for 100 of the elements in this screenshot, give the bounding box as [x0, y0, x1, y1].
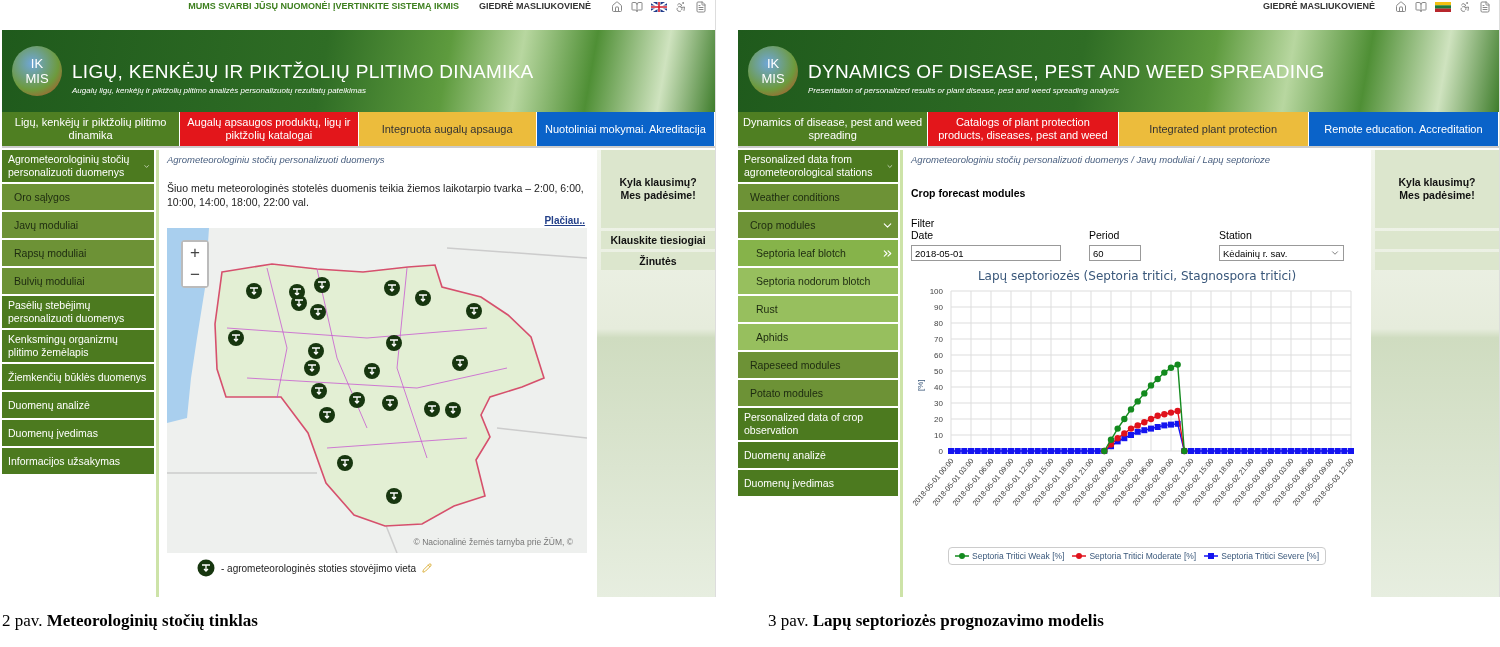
station-marker-icon[interactable] [337, 455, 353, 471]
y-tick-label: 30 [934, 399, 944, 408]
home-icon[interactable] [1395, 1, 1407, 13]
y-tick-label: 60 [934, 351, 944, 360]
page-title: DYNAMICS OF DISEASE, PEST AND WEED SPREADING [808, 61, 1325, 83]
sidebar-item[interactable]: Duomenų įvedimas [2, 420, 154, 446]
station-marker-icon[interactable] [246, 283, 262, 299]
station-marker-icon[interactable] [384, 280, 400, 296]
book-icon[interactable] [631, 1, 644, 13]
document-icon[interactable] [1479, 1, 1491, 13]
y-tick-label: 90 [934, 303, 944, 312]
y-tick-label: 100 [929, 287, 944, 296]
sidebar-item[interactable]: Pasėlių stebėjimų personalizuoti duomenys [2, 296, 154, 328]
station-marker-icon[interactable] [466, 303, 482, 319]
map-attribution: © Nacionalinė žemės tarnyba prie ŽŪM, © [413, 537, 573, 547]
nav-tab[interactable]: Dynamics of disease, pest and weed spreading [738, 112, 929, 146]
nav-tab[interactable]: Remote education. Accreditation [1308, 112, 1499, 146]
station-marker-icon[interactable] [349, 392, 365, 408]
station-marker-icon[interactable] [386, 335, 402, 351]
sidebar-item[interactable]: Duomenų analizė [2, 392, 154, 418]
feedback-notice[interactable]: MUMS SVARBI JŪSŲ NUOMONĖ! ĮVERTINKITE SISTEMĄ IKMIS [188, 1, 459, 11]
pencil-icon [422, 563, 433, 573]
input-field[interactable]: 2018-05-01 [911, 245, 1062, 261]
home-icon[interactable] [611, 1, 624, 13]
y-tick-label: 40 [934, 383, 944, 392]
sidebar-item[interactable]: Žiemkenčių būklės duomenys [2, 364, 154, 390]
breadcrumb: Agrometeorologiniu stočių personalizuoti duomenys [167, 154, 386, 165]
map-legend-text: - agrometeorologinės stoties stovėjimo vieta [221, 562, 417, 574]
sidebar-item[interactable]: Septoria leaf blotch [738, 240, 899, 266]
station-marker-icon[interactable] [308, 343, 324, 359]
station-marker-icon[interactable] [291, 295, 307, 311]
filter-label: Filter [911, 217, 936, 229]
document-icon[interactable] [695, 1, 708, 13]
station-marker-icon[interactable] [382, 395, 398, 411]
station-marker-icon[interactable] [445, 402, 461, 418]
user-name[interactable]: GIEDRĖ MASLIUKOVIENĖ [1263, 1, 1375, 11]
station-marker-icon[interactable] [319, 407, 335, 423]
station-select[interactable]: Kėdainių r. sav. [1219, 245, 1345, 261]
station-marker-icon[interactable] [364, 363, 380, 379]
station-marker-icon[interactable] [310, 304, 326, 320]
page-title: LIGŲ, KENKĖJŲ IR PIKTŽOLIŲ PLITIMO DINAMIKA [72, 61, 534, 83]
figure-caption: 3 pav. Lapų septoriozės prognozavimo modelis [767, 610, 1105, 631]
sidebar-item[interactable]: Kenksmingų organizmų plitimo žemėlapis [2, 330, 154, 362]
sidebar-item[interactable]: Weather conditions [738, 184, 899, 210]
help-text: Kyla klausimų? Mes padėsime! [601, 150, 716, 228]
user-name[interactable]: GIEDRĖ MASLIUKOVIENĖ [479, 1, 592, 11]
y-axis-label: [%] [916, 379, 926, 391]
nav-tab[interactable]: Integrated plant protection [1118, 112, 1309, 146]
sidebar-item[interactable]: Aphids [738, 324, 899, 350]
accessibility-icon[interactable] [675, 1, 688, 13]
help-link[interactable]: Žinutės [601, 252, 716, 270]
field-label: Period [1089, 229, 1121, 241]
dropdown-caret-icon [1330, 248, 1341, 258]
sidebar-item[interactable]: Agrometeorologinių stočių personalizuoti duomenys [2, 150, 154, 182]
nav-tab[interactable]: Integruota augalų apsauga [358, 112, 537, 146]
y-tick-label: 10 [934, 431, 944, 440]
book-icon[interactable] [1415, 1, 1427, 13]
y-tick-label: 20 [934, 415, 944, 424]
station-marker-icon[interactable] [386, 488, 402, 504]
nav-tab[interactable]: Catalogs of plant protection products, diseases, pest and weed [928, 112, 1119, 146]
station-marker-icon[interactable] [424, 401, 440, 417]
station-marker-icon[interactable] [304, 360, 320, 376]
sidebar-item[interactable]: Javų moduliai [2, 212, 154, 238]
help-text: Kyla klausimų? Mes padėsime! [1375, 150, 1499, 228]
field-label: Date [911, 229, 935, 241]
flag-icon[interactable] [651, 2, 668, 12]
legend-item[interactable]: Septoria Tritici Weak [%] [955, 551, 1065, 561]
station-marker-icon[interactable] [452, 355, 468, 371]
page-subtitle: Presentation of personalized results or plant disease, pest and weed spreading analysis [808, 86, 1120, 95]
station-marker-icon[interactable] [314, 277, 330, 293]
sidebar-item[interactable]: Personalized data of crop observation [738, 408, 899, 440]
section-heading: Crop forecast modules [911, 187, 1027, 199]
station-marker-icon[interactable] [228, 330, 244, 346]
sidebar-item[interactable]: Duomenų analizė [738, 442, 899, 468]
sidebar-item[interactable]: Informacijos užsakymas [2, 448, 154, 474]
legend-item[interactable]: Septoria Tritici Severe [%] [1204, 551, 1319, 561]
y-tick-label: 70 [934, 335, 944, 344]
nav-tab[interactable]: Nuotoliniai mokymai. Akreditacija [536, 112, 716, 146]
sidebar-item[interactable]: Rapeseed modules [738, 352, 899, 378]
input-field[interactable]: 60 [1089, 245, 1142, 261]
nav-tab[interactable]: Augalų apsaugos produktų, ligų ir piktžolių katalogai [180, 112, 359, 146]
sidebar-item[interactable]: Potato modules [738, 380, 899, 406]
sidebar-item[interactable]: Personalized data from agrometeorological stations [738, 150, 899, 182]
sidebar-item[interactable]: Bulvių moduliai [2, 268, 154, 294]
accessibility-icon[interactable] [1459, 1, 1471, 13]
page-subtitle: Augalų ligų, kenkėjų ir piktžolių plitimo analizės personalizuotų rezultatų pateikimas [72, 86, 367, 95]
sidebar-item[interactable]: Oro sąlygos [2, 184, 154, 210]
nav-tab[interactable]: Ligų, kenkėjų ir piktžolių plitimo dinamika [2, 112, 181, 146]
sidebar-item[interactable]: Rapsų moduliai [2, 240, 154, 266]
sidebar-item[interactable]: Rust [738, 296, 899, 322]
legend-item[interactable]: Septoria Tritici Moderate [%] [1072, 551, 1197, 561]
sidebar-item[interactable]: Septoria nodorum blotch [738, 268, 899, 294]
logo: IK MIS [12, 46, 62, 96]
help-link[interactable]: Klauskite tiesiogiai [601, 231, 716, 249]
sidebar-item[interactable]: Duomenų įvedimas [738, 470, 899, 496]
logo: IK MIS [748, 46, 799, 96]
station-marker-icon[interactable] [415, 290, 431, 306]
more-link[interactable]: Plačiau.. [544, 215, 586, 226]
sidebar-item[interactable]: Crop modules [738, 212, 899, 238]
station-marker-icon[interactable] [311, 383, 327, 399]
